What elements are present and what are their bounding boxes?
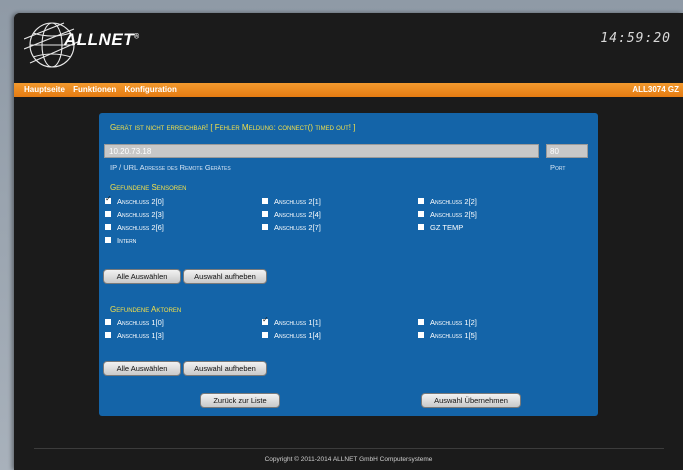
sensor-option[interactable]: GZ TEMP: [418, 223, 463, 232]
apply-selection-button[interactable]: Auswahl Übernehmen: [421, 393, 521, 408]
deselect-actors-button[interactable]: Auswahl aufheben: [183, 361, 267, 376]
header: ALLNET® 14:59:20: [14, 13, 683, 83]
actor-option[interactable]: Anschluß 1[0]: [105, 318, 164, 327]
sensor-option[interactable]: Anschluß 2[7]: [262, 223, 321, 232]
port-input[interactable]: [546, 144, 588, 158]
menu-item-hauptseite[interactable]: Hauptseite: [24, 85, 65, 94]
actor-option[interactable]: Anschluß 1[2]: [418, 318, 477, 327]
actor-option[interactable]: Anschluß 1[5]: [418, 331, 477, 340]
brand-name: ALLNET®: [64, 30, 140, 49]
checkbox-icon[interactable]: [418, 319, 424, 326]
checkbox-icon[interactable]: [418, 198, 424, 205]
back-to-list-button[interactable]: Zurück zur Liste: [200, 393, 280, 408]
sensor-option[interactable]: Anschluß 2[6]: [105, 223, 164, 232]
sensors-title: Gefundene Sensoren: [110, 183, 187, 192]
checkbox-icon[interactable]: [418, 332, 424, 339]
checkbox-icon[interactable]: [105, 211, 111, 218]
deselect-sensors-button[interactable]: Auswahl aufheben: [183, 269, 267, 284]
checkbox-icon[interactable]: [418, 224, 424, 231]
checkbox-icon[interactable]: [105, 194, 112, 205]
port-label: Port: [550, 163, 566, 172]
menu-item-konfiguration[interactable]: Konfiguration: [124, 85, 176, 94]
actors-title: Gefundene Aktoren: [110, 305, 182, 314]
sensor-option[interactable]: Intern: [105, 236, 136, 245]
footer-divider: [34, 448, 664, 449]
sensor-option[interactable]: Anschluß 2[3]: [105, 210, 164, 219]
actor-option[interactable]: Anschluß 1[3]: [105, 331, 164, 340]
main-menu: Hauptseite Funktionen Konfiguration ALL3…: [14, 83, 683, 97]
ip-url-label: IP / URL Adresse des Remote Gerätes: [110, 163, 231, 172]
error-message: Gerät ist nicht erreichbar! [ Fehler Mel…: [110, 123, 356, 132]
select-all-actors-button[interactable]: Alle Auswählen: [103, 361, 181, 376]
sensor-option[interactable]: Anschluß 2[5]: [418, 210, 477, 219]
checkbox-icon[interactable]: [418, 211, 424, 218]
copyright-footer: Copyright © 2011-2014 ALLNET GmbH Comput…: [264, 456, 433, 463]
checkbox-icon[interactable]: [262, 198, 268, 205]
device-name: ALL3074 GZ: [632, 85, 679, 94]
checkbox-icon[interactable]: [105, 319, 111, 326]
sensor-option[interactable]: Anschluß 2[1]: [262, 197, 321, 206]
checkbox-icon[interactable]: [262, 211, 268, 218]
remote-device-panel: Gerät ist nicht erreichbar! [ Fehler Mel…: [99, 113, 598, 416]
app-window: ALLNET® 14:59:20 Hauptseite Funktionen K…: [14, 13, 683, 470]
checkbox-icon[interactable]: [105, 332, 111, 339]
checkbox-icon[interactable]: [105, 237, 111, 244]
actor-option[interactable]: Anschluß 1[1]: [262, 315, 321, 327]
select-all-sensors-button[interactable]: Alle Auswählen: [103, 269, 181, 284]
actor-option[interactable]: Anschluß 1[4]: [262, 331, 321, 340]
checkbox-icon[interactable]: [262, 224, 268, 231]
checkbox-icon[interactable]: [262, 315, 269, 326]
clock: 14:59:20: [600, 31, 671, 46]
ip-url-input[interactable]: [104, 144, 539, 158]
checkbox-icon[interactable]: [105, 224, 111, 231]
checkbox-icon[interactable]: [262, 332, 268, 339]
sensor-option[interactable]: Anschluß 2[2]: [418, 197, 477, 206]
sensor-option[interactable]: Anschluß 2[0]: [105, 194, 164, 206]
sensor-option[interactable]: Anschluß 2[4]: [262, 210, 321, 219]
menu-item-funktionen[interactable]: Funktionen: [73, 85, 116, 94]
